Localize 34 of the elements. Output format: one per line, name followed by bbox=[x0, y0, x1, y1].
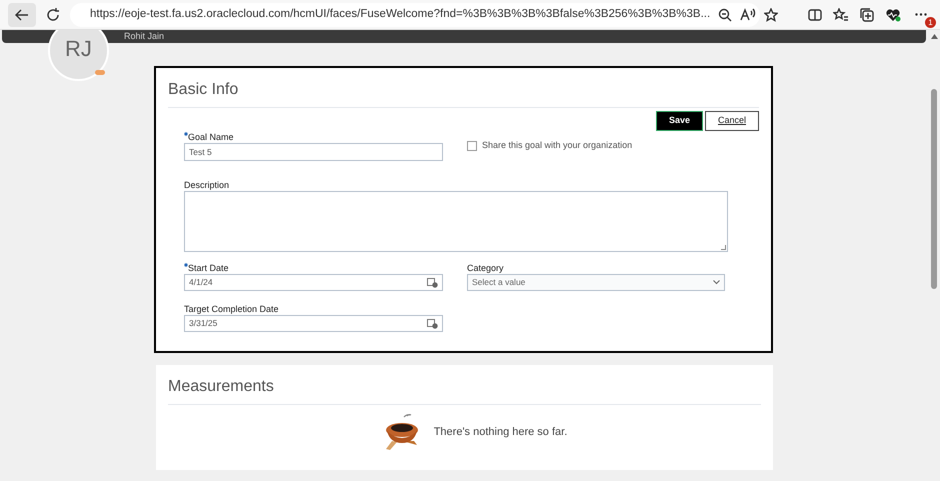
date-field[interactable]: 4/1/24 bbox=[184, 274, 443, 291]
more-icon bbox=[915, 13, 927, 16]
avatar[interactable]: RJ bbox=[48, 30, 109, 81]
resize-grip-icon[interactable] bbox=[721, 245, 726, 250]
field-label: Start Date bbox=[188, 262, 229, 275]
category-dropdown[interactable]: Select a value bbox=[467, 274, 725, 291]
section-title: Basic Info bbox=[168, 81, 238, 98]
favorites-icon[interactable] bbox=[832, 6, 850, 24]
back-button[interactable] bbox=[8, 2, 36, 26]
calendar-icon[interactable] bbox=[427, 277, 438, 288]
checkbox-label: Share this goal with your organization bbox=[482, 139, 632, 152]
cancel-button[interactable]: Cancel bbox=[704, 111, 759, 131]
save-button[interactable]: Save bbox=[656, 111, 703, 131]
section-title: Measurements bbox=[168, 378, 274, 395]
checkbox[interactable] bbox=[467, 140, 477, 151]
field-label: Target Completion Date bbox=[184, 303, 279, 316]
field-label: Description bbox=[184, 179, 230, 192]
chevron-down-icon bbox=[713, 280, 720, 285]
required-icon bbox=[184, 263, 188, 267]
star-icon[interactable] bbox=[764, 6, 778, 24]
description-field[interactable] bbox=[184, 191, 728, 252]
notification-badge: 1 bbox=[925, 16, 936, 28]
goal-name-field[interactable]: Test 5 bbox=[184, 143, 443, 161]
field-label: Goal Name bbox=[188, 131, 234, 144]
scroll-up-icon[interactable] bbox=[930, 34, 938, 39]
url-text: https://eoje-test.fa.us2.oraclecloud.com/hcmUI/faces/FuseWelcome?fnd=%3B%3B%3B%3Bfalse%3B256%3B%3B%3B... bbox=[90, 6, 710, 22]
calendar-icon[interactable] bbox=[427, 318, 438, 329]
user-name: Rohit Jain bbox=[124, 32, 164, 41]
required-icon bbox=[184, 132, 188, 136]
field-label: Category bbox=[467, 262, 504, 275]
collections-icon[interactable] bbox=[858, 6, 876, 24]
date-field[interactable]: 3/31/25 bbox=[184, 315, 443, 332]
arrow-left-icon bbox=[15, 8, 29, 22]
empty-state-message: There's nothing here so far. bbox=[434, 424, 568, 440]
